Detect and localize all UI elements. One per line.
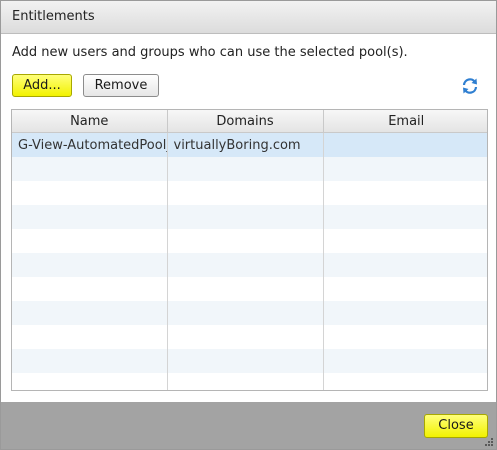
empty-row — [12, 157, 487, 181]
empty-cell — [323, 325, 487, 349]
empty-row — [12, 301, 487, 325]
empty-cell — [167, 205, 324, 229]
dialog-titlebar[interactable]: Entitlements — [1, 1, 496, 34]
empty-cell — [12, 157, 168, 181]
empty-row — [12, 325, 487, 349]
empty-cell — [12, 205, 168, 229]
table-header-row: Name Domains Email — [12, 110, 487, 133]
add-button[interactable]: Add... — [12, 74, 72, 97]
cell-name: G-View-AutomatedPool_ — [12, 132, 168, 157]
empty-row — [12, 181, 487, 205]
table-row[interactable]: G-View-AutomatedPool_ virtuallyBoring.co… — [12, 132, 487, 157]
empty-cell — [12, 373, 168, 390]
empty-cell — [167, 301, 324, 325]
empty-row — [12, 253, 487, 277]
empty-cell — [323, 229, 487, 253]
entitlements-table: Name Domains Email G-View-AutomatedPool_… — [11, 109, 488, 391]
dialog-footer: Close — [1, 402, 496, 449]
empty-cell — [167, 229, 324, 253]
empty-cell — [323, 301, 487, 325]
empty-cell — [12, 277, 168, 301]
empty-cell — [12, 253, 168, 277]
refresh-icon[interactable] — [461, 77, 479, 95]
empty-cell — [12, 325, 168, 349]
empty-cell — [167, 325, 324, 349]
column-header-email[interactable]: Email — [323, 110, 487, 133]
empty-cell — [323, 157, 487, 181]
empty-cell — [323, 253, 487, 277]
empty-cell — [167, 253, 324, 277]
instruction-text: Add new users and groups who can use the… — [12, 45, 408, 60]
empty-row — [12, 205, 487, 229]
empty-cell — [323, 181, 487, 205]
column-header-domains[interactable]: Domains — [167, 110, 324, 133]
empty-cell — [12, 301, 168, 325]
empty-cell — [323, 277, 487, 301]
empty-cell — [167, 349, 324, 373]
empty-cell — [323, 349, 487, 373]
dialog-title: Entitlements — [12, 9, 95, 24]
empty-cell — [167, 181, 324, 205]
column-header-name[interactable]: Name — [12, 110, 168, 133]
close-button[interactable]: Close — [424, 414, 488, 438]
empty-cell — [323, 205, 487, 229]
empty-row — [12, 349, 487, 373]
empty-cell — [12, 229, 168, 253]
empty-cell — [12, 181, 168, 205]
entitlements-dialog: Entitlements Add new users and groups wh… — [0, 0, 497, 450]
empty-cell — [12, 349, 168, 373]
resize-grip-icon[interactable] — [484, 437, 494, 447]
empty-cell — [167, 277, 324, 301]
remove-button[interactable]: Remove — [83, 74, 159, 97]
empty-row — [12, 277, 487, 301]
empty-cell — [167, 373, 324, 390]
empty-row — [12, 373, 487, 390]
empty-cell — [323, 373, 487, 390]
empty-row — [12, 229, 487, 253]
empty-cell — [167, 157, 324, 181]
cell-domain: virtuallyBoring.com — [167, 132, 324, 157]
cell-email — [323, 132, 487, 157]
